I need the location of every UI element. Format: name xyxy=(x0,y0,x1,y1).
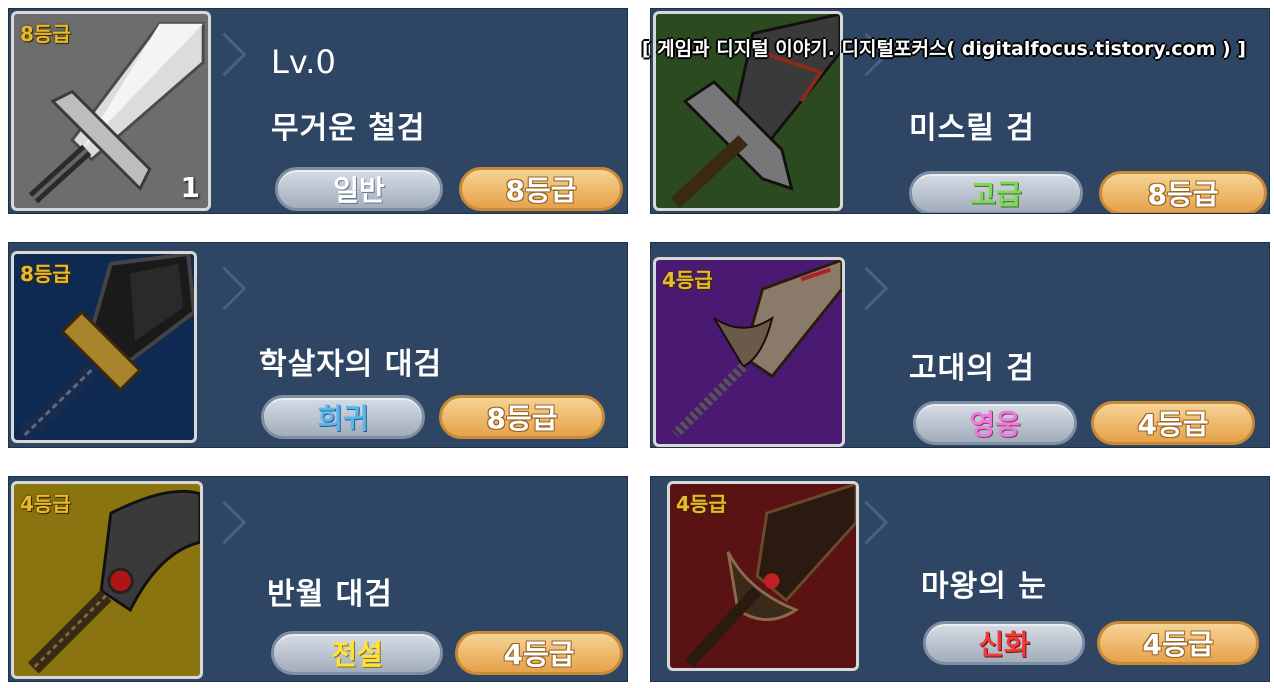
rarity-label: 신화 xyxy=(978,628,1030,661)
rarity-badge: 전설 xyxy=(271,631,443,675)
item-icon-frame: 8등급 xyxy=(11,251,197,443)
item-icon-frame: 4등급 xyxy=(11,481,203,679)
item-icon-frame: 4등급 xyxy=(667,481,859,671)
grade-label: 4등급 xyxy=(1137,408,1209,441)
grade-badge: 8등급 xyxy=(439,395,605,439)
item-name: 마왕의 눈 xyxy=(921,569,1047,604)
grade-badge: 4등급 xyxy=(455,631,623,675)
item-card-ancient-sword[interactable]: 4등급 고대의 검 영웅 4등급 xyxy=(650,242,1270,448)
item-name: 미스릴 검 xyxy=(909,111,1035,146)
rarity-badge: 신화 xyxy=(923,621,1085,665)
rarity-label: 일반 xyxy=(333,174,385,207)
item-icon-frame: 8등급 1 xyxy=(11,11,211,211)
item-card-demon-king-eye[interactable]: 4등급 마왕의 눈 신화 4등급 xyxy=(650,476,1270,682)
corner-grade-label: 4등급 xyxy=(662,268,713,292)
corner-grade-label: 8등급 xyxy=(20,262,71,286)
rarity-badge: 일반 xyxy=(275,167,443,211)
corner-grade-label: 4등급 xyxy=(20,492,71,516)
item-card-heavy-iron-sword[interactable]: 8등급 1 Lv.0 무거운 철검 일반 8등급 xyxy=(8,8,628,214)
grade-label: 4등급 xyxy=(503,638,575,671)
item-name: 학살자의 대검 xyxy=(259,347,443,382)
grade-badge: 4등급 xyxy=(1097,621,1259,665)
grade-label: 8등급 xyxy=(505,174,577,207)
grade-badge: 8등급 xyxy=(1099,171,1267,213)
item-name: 고대의 검 xyxy=(909,351,1035,386)
grade-badge: 4등급 xyxy=(1091,401,1255,445)
rarity-label: 전설 xyxy=(331,638,383,671)
item-name: 무거운 철검 xyxy=(271,111,426,146)
item-card-half-moon-greatsword[interactable]: 4등급 반월 대검 전설 4등급 xyxy=(8,476,628,682)
rarity-badge: 희귀 xyxy=(261,395,425,439)
item-name: 반월 대검 xyxy=(267,577,393,612)
grade-label: 4등급 xyxy=(1142,628,1214,661)
rarity-label: 고급 xyxy=(970,178,1022,211)
rarity-label: 영웅 xyxy=(969,408,1021,441)
item-count: 1 xyxy=(180,171,200,204)
rarity-badge: 고급 xyxy=(909,171,1083,213)
grade-label: 8등급 xyxy=(486,402,558,435)
corner-grade-label: 8등급 xyxy=(20,22,71,46)
grade-label: 8등급 xyxy=(1147,178,1219,211)
item-card-slayer-greatsword[interactable]: 8등급 학살자의 대검 희귀 8등급 xyxy=(8,242,628,448)
watermark-text: [ 게임과 디지털 이야기. 디지털포커스( digitalfocus.tist… xyxy=(641,38,1246,60)
grade-badge: 8등급 xyxy=(459,167,623,211)
rarity-badge: 영웅 xyxy=(913,401,1077,445)
corner-grade-label: 4등급 xyxy=(676,492,727,516)
item-icon-frame: 4등급 xyxy=(653,257,845,447)
item-level: Lv.0 xyxy=(271,43,336,81)
rarity-label: 희귀 xyxy=(317,402,369,435)
